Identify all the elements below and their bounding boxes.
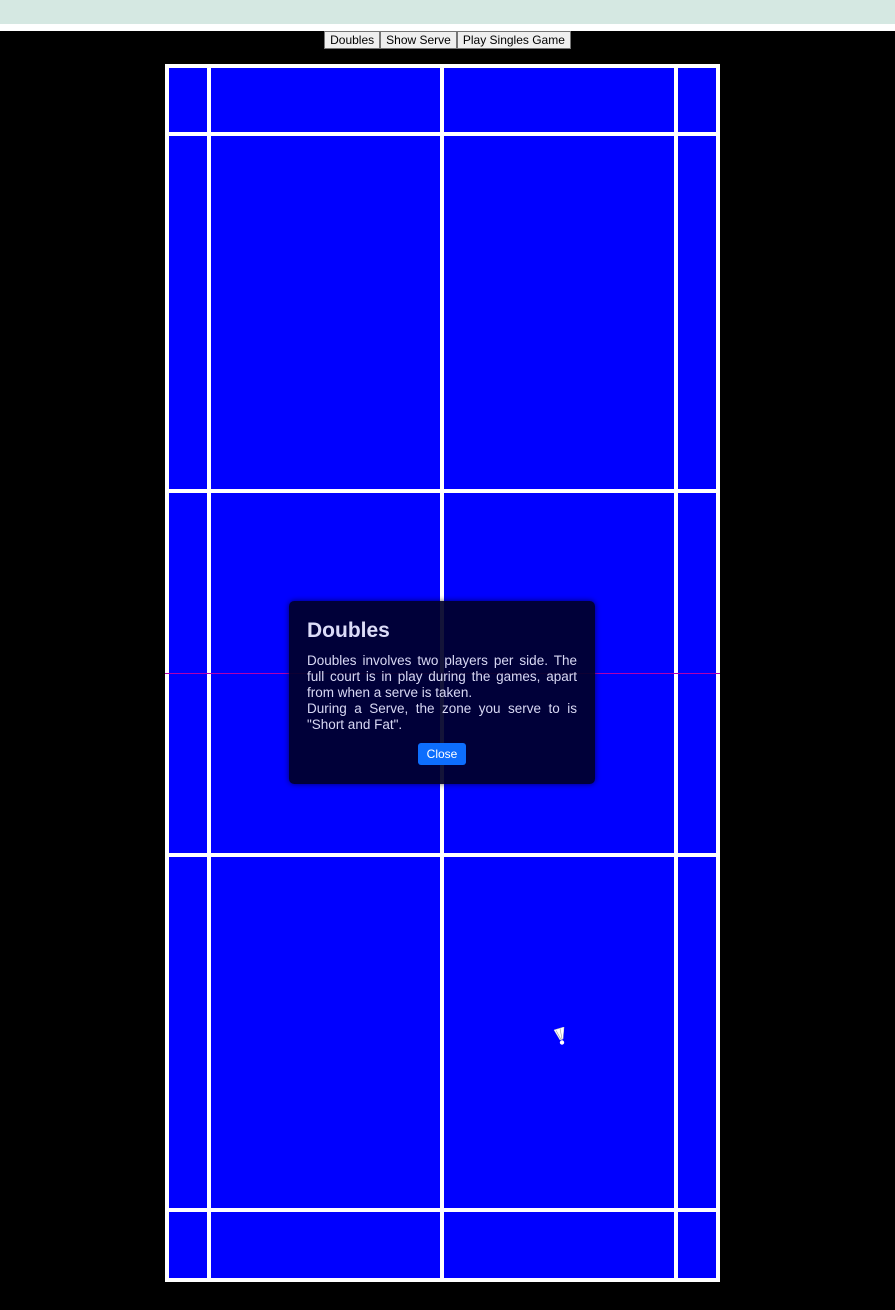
top-strip-divider	[0, 24, 895, 31]
short-service-line-top	[165, 489, 720, 493]
show-serve-button[interactable]: Show Serve	[380, 31, 457, 49]
doubles-long-service-line-bottom	[165, 1208, 720, 1212]
dialog-title: Doubles	[307, 619, 390, 642]
doubles-button[interactable]: Doubles	[324, 31, 381, 49]
close-button[interactable]: Close	[417, 743, 467, 765]
doubles-long-service-line-top	[165, 132, 720, 136]
mode-toolbar: Doubles Show Serve Play Singles Game	[0, 31, 895, 49]
short-service-line-bottom	[165, 853, 720, 857]
dialog-paragraph-serve: During a Serve, the zone you serve to is…	[307, 701, 577, 732]
dialog-paragraph-rules: Doubles involves two players per side. T…	[307, 653, 577, 700]
doubles-info-dialog: Doubles Doubles involves two players per…	[289, 601, 595, 784]
shuttlecock-icon[interactable]	[553, 1027, 567, 1047]
dialog-actions: Close	[307, 743, 577, 765]
browser-top-strip	[0, 0, 895, 24]
play-singles-game-button[interactable]: Play Singles Game	[456, 31, 571, 49]
